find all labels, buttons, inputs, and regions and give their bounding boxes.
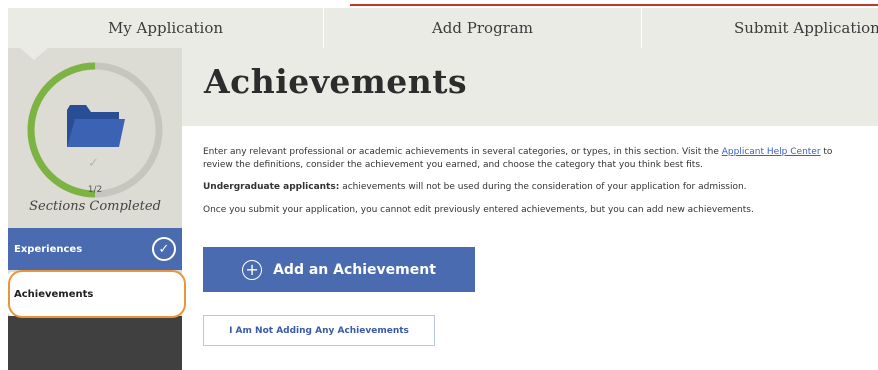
sidebar-item-experiences[interactable]: Experiences ✓ bbox=[8, 228, 182, 270]
progress-indicator: ✓ 1/2 Sections Completed bbox=[8, 48, 182, 228]
not-adding-achievements-button[interactable]: I Am Not Adding Any Achievements bbox=[203, 315, 435, 346]
intro-text: Enter any relevant professional or acade… bbox=[203, 147, 722, 157]
tab-add-program[interactable]: Add Program bbox=[324, 8, 642, 48]
highlight-outline bbox=[8, 270, 186, 318]
sidebar: ✓ 1/2 Sections Completed Experiences ✓ A… bbox=[8, 48, 182, 370]
tab-my-application[interactable]: My Application bbox=[8, 8, 324, 48]
nav-pointer bbox=[20, 48, 48, 60]
sidebar-item-label: Experiences bbox=[14, 243, 83, 255]
plus-circle-icon: + bbox=[242, 259, 263, 280]
instructions: Enter any relevant professional or acade… bbox=[203, 146, 843, 226]
add-achievement-button[interactable]: + Add an Achievement bbox=[203, 247, 475, 292]
page-header: Achievements bbox=[182, 48, 878, 126]
undergrad-note: Undergraduate applicants: achievements w… bbox=[203, 181, 843, 194]
undergrad-text: achievements will not be used during the… bbox=[339, 182, 747, 192]
check-icon: ✓ bbox=[88, 156, 99, 171]
add-achievement-label: Add an Achievement bbox=[273, 261, 436, 278]
top-edge bbox=[0, 0, 878, 8]
intro-paragraph: Enter any relevant professional or acade… bbox=[203, 146, 843, 171]
top-accent-line bbox=[350, 4, 878, 6]
applicant-help-center-link[interactable]: Applicant Help Center bbox=[722, 147, 821, 157]
tab-submit-application[interactable]: Submit Application bbox=[642, 8, 878, 48]
submit-note: Once you submit your application, you ca… bbox=[203, 204, 754, 215]
page-title: Achievements bbox=[204, 62, 468, 101]
folder-icon bbox=[67, 105, 125, 147]
top-navigation: My Application Add Program Submit Applic… bbox=[8, 8, 878, 48]
check-circle-icon: ✓ bbox=[152, 237, 176, 261]
progress-fraction: 1/2 bbox=[87, 185, 103, 195]
sections-completed-label: Sections Completed bbox=[29, 199, 161, 214]
undergrad-label: Undergraduate applicants: bbox=[203, 182, 340, 192]
sidebar-empty-area bbox=[8, 316, 182, 370]
